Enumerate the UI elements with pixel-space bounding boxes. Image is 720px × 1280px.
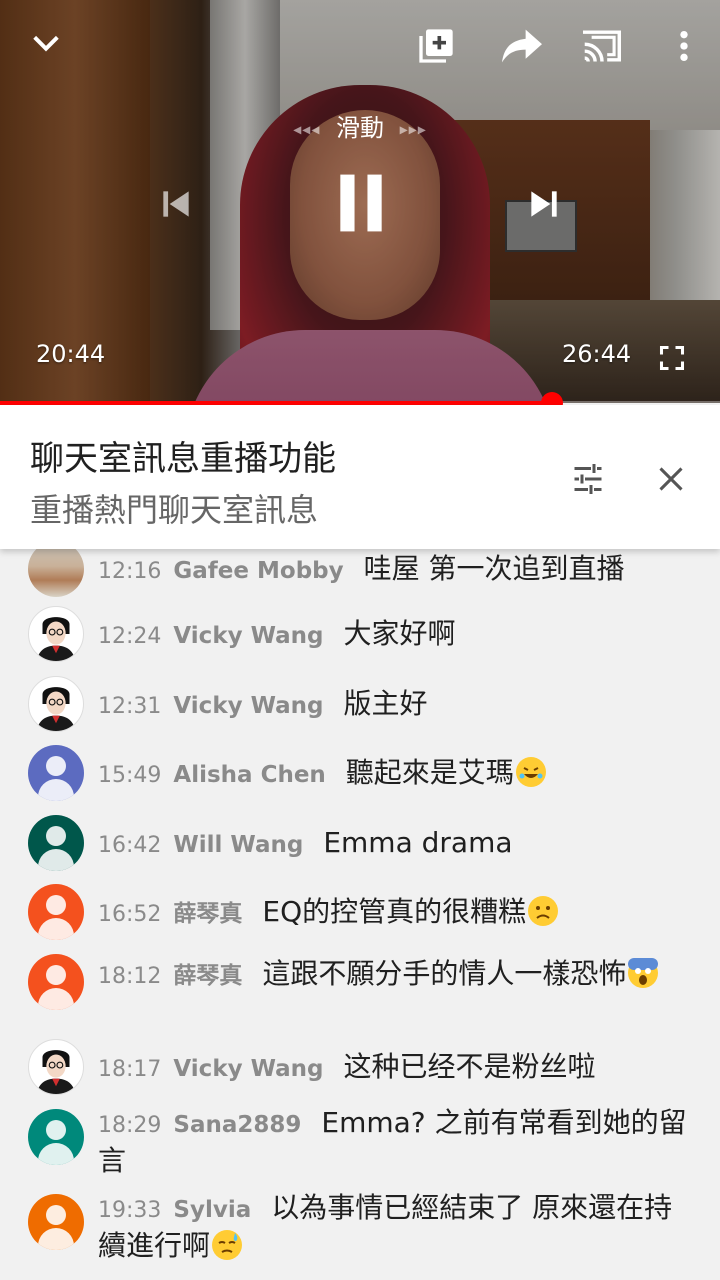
add-to-playlist-button[interactable] — [410, 20, 462, 72]
current-time: 20:44 — [36, 340, 106, 368]
message-author[interactable]: Vicky Wang — [173, 693, 323, 719]
avatar[interactable] — [28, 1109, 84, 1165]
message-author[interactable]: Gafee Mobby — [173, 558, 343, 584]
message-timestamp: 18:29 — [98, 1113, 162, 1138]
chat-message-line: 18:12 薛琴真 這跟不願分手的情人一樣恐怖 — [98, 957, 690, 995]
message-timestamp: 19:33 — [98, 1198, 162, 1223]
avatar[interactable] — [28, 606, 84, 662]
pause-button[interactable] — [326, 165, 396, 241]
avatar[interactable] — [28, 884, 84, 940]
message-text: 这种已经不是粉丝啦 — [343, 1050, 596, 1083]
chat-message-line: 12:24 Vicky Wang 大家好啊 — [98, 617, 690, 655]
message-text: 這跟不願分手的情人一樣恐怖 — [262, 957, 627, 990]
sweat-emoji-icon — [212, 1230, 243, 1260]
message-text: 版主好 — [343, 687, 428, 720]
avatar[interactable] — [28, 815, 84, 871]
screaming-emoji-icon — [628, 958, 659, 988]
tune-icon — [574, 464, 602, 494]
chat-message-list[interactable]: 12:16 Gafee Mobby 哇屋 第一次追到直播 12:24 Vicky Wa… — [0, 549, 720, 1280]
fullscreen-button[interactable] — [650, 336, 694, 380]
total-duration: 26:44 — [562, 340, 632, 368]
message-author[interactable]: Sylvia — [173, 1197, 251, 1223]
add-to-playlist-icon — [419, 29, 453, 63]
message-timestamp: 16:42 — [98, 833, 162, 858]
message-author[interactable]: 薛琴真 — [173, 901, 242, 927]
chat-message-line: 18:17 Vicky Wang 这种已经不是粉丝啦 — [98, 1050, 690, 1088]
message-author[interactable]: Vicky Wang — [173, 623, 323, 649]
chat-message-line: 18:29 Sana2889 Emma? 之前有常看到她的留言 — [98, 1106, 690, 1182]
message-author[interactable]: Sana2889 — [173, 1112, 301, 1138]
more-options-button[interactable] — [664, 20, 704, 72]
message-timestamp: 18:12 — [98, 964, 162, 989]
seek-back-arrows-icon: ◂◂◂ — [293, 119, 321, 139]
slightly-frowning-emoji-icon — [528, 896, 559, 926]
fullscreen-icon — [659, 345, 685, 371]
share-button[interactable] — [494, 20, 550, 72]
avatar[interactable] — [28, 954, 84, 1010]
user-portrait-icon — [36, 617, 76, 661]
skip-previous-icon — [163, 191, 189, 217]
seek-hint-label: 滑動 — [336, 114, 384, 142]
video-player[interactable]: ◂◂◂ 滑動 ▸▸▸ 20:44 26:44 — [0, 0, 720, 403]
chat-replay-header: 聊天室訊息重播功能 重播熱門聊天室訊息 — [0, 405, 720, 549]
message-timestamp: 18:17 — [98, 1057, 162, 1082]
avatar[interactable] — [28, 676, 84, 732]
message-author[interactable]: Alisha Chen — [173, 762, 325, 788]
close-icon — [659, 467, 683, 491]
avatar[interactable] — [28, 1194, 84, 1250]
collapse-button[interactable] — [20, 20, 72, 66]
user-portrait-icon — [36, 1050, 76, 1094]
message-text: Emma drama — [323, 826, 513, 859]
chevron-down-icon — [33, 35, 59, 52]
avatar[interactable] — [28, 549, 84, 597]
chat-message-line: 15:49 Alisha Chen 聽起來是艾瑪 — [98, 756, 690, 794]
message-text: 哇屋 第一次追到直播 — [363, 552, 625, 585]
message-timestamp: 12:31 — [98, 694, 162, 719]
chat-message-line: 19:33 Sylvia 以為事情已經結束了 原來還在持續進行啊 — [98, 1191, 690, 1267]
pause-icon — [340, 174, 382, 232]
message-text: 大家好啊 — [343, 617, 456, 650]
share-icon — [502, 29, 542, 63]
next-button[interactable] — [516, 176, 572, 232]
chat-message-line: 12:16 Gafee Mobby 哇屋 第一次追到直播 — [98, 552, 690, 590]
chat-message-line: 12:31 Vicky Wang 版主好 — [98, 687, 690, 725]
chat-message-line: 16:52 薛琴真 EQ的控管真的很糟糕 — [98, 895, 690, 933]
user-portrait-icon — [36, 687, 76, 731]
close-chat-button[interactable] — [645, 453, 697, 505]
message-text: 聽起來是艾瑪 — [345, 756, 514, 789]
message-author[interactable]: 薛琴真 — [173, 963, 242, 989]
message-timestamp: 12:24 — [98, 624, 162, 649]
cast-icon — [583, 30, 621, 62]
avatar[interactable] — [28, 745, 84, 801]
chat-replay-subtitle[interactable]: 重播熱門聊天室訊息 — [30, 485, 318, 531]
avatar[interactable] — [28, 1039, 84, 1095]
message-text: EQ的控管真的很糟糕 — [262, 895, 527, 928]
message-author[interactable]: Vicky Wang — [173, 1056, 323, 1082]
message-timestamp: 12:16 — [98, 559, 162, 584]
previous-button[interactable] — [148, 176, 204, 232]
message-timestamp: 15:49 — [98, 763, 162, 788]
more-vert-icon — [680, 30, 688, 62]
seek-hint: ◂◂◂ 滑動 ▸▸▸ — [0, 108, 720, 143]
rolling-laughing-emoji-icon — [515, 757, 546, 787]
seek-forward-arrows-icon: ▸▸▸ — [399, 119, 427, 139]
message-timestamp: 16:52 — [98, 902, 162, 927]
chat-replay-title: 聊天室訊息重播功能 — [30, 439, 336, 479]
message-author[interactable]: Will Wang — [173, 832, 303, 858]
cast-button[interactable] — [574, 20, 630, 72]
skip-next-icon — [531, 191, 557, 217]
chat-filter-button[interactable] — [562, 453, 614, 505]
chat-message-line: 16:42 Will Wang Emma drama — [98, 826, 690, 864]
